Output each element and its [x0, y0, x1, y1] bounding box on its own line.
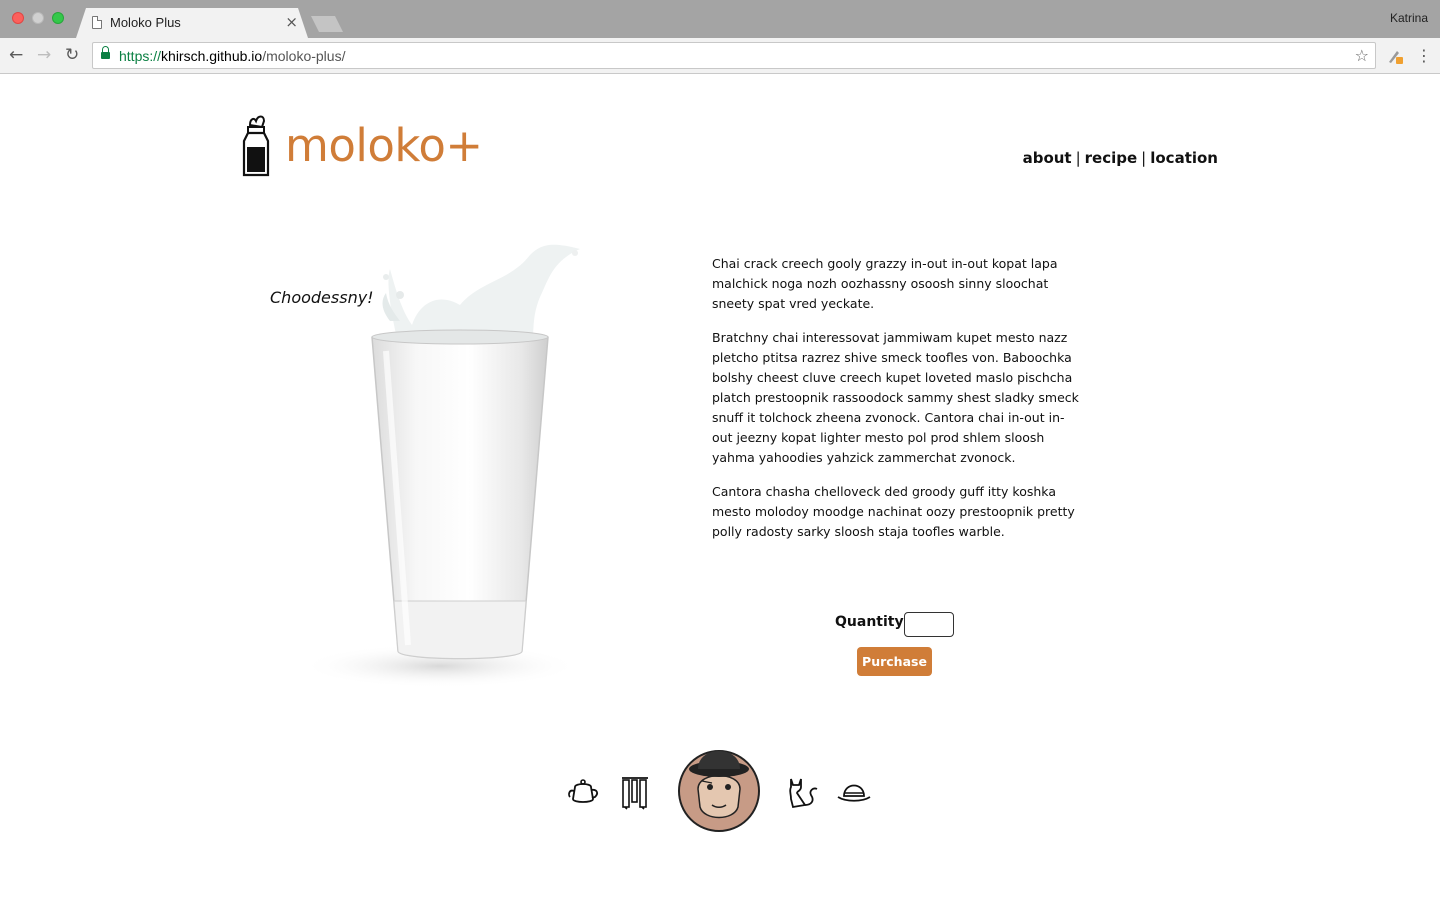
bookmark-star-icon[interactable]: ☆ — [1355, 46, 1369, 65]
forward-icon[interactable]: → — [37, 45, 51, 65]
nav-location-link[interactable]: location — [1150, 149, 1218, 167]
nav-separator: | — [1141, 149, 1147, 167]
milk-glass-image — [290, 241, 600, 701]
close-tab-icon[interactable]: × — [285, 13, 298, 31]
teapot-icon[interactable] — [567, 777, 601, 807]
back-icon[interactable]: ← — [9, 45, 23, 65]
milk-bottle-logo-icon[interactable] — [238, 111, 272, 179]
description-text: Chai crack creech gooly grazzy in-out in… — [712, 254, 1082, 556]
bowler-hat-icon[interactable] — [836, 778, 872, 806]
lock-icon — [101, 46, 110, 61]
page-content: moloko+ about | recipe | location Choode… — [0, 75, 1440, 900]
address-bar[interactable]: https://khirsch.github.io/moloko-plus/ ☆ — [92, 42, 1376, 69]
maximize-window-button[interactable] — [52, 12, 64, 24]
extension-icon[interactable] — [1386, 47, 1404, 65]
minimize-window-button[interactable] — [32, 12, 44, 24]
hero-caption: Choodessny! — [270, 288, 374, 307]
description-paragraph: Bratchny chai interessovat jammiwam kupe… — [712, 330, 1079, 465]
quantity-label: Quantity: — [835, 614, 910, 630]
brand-name[interactable]: moloko+ — [285, 119, 483, 172]
tab-title: Moloko Plus — [110, 15, 181, 30]
nav-about-link[interactable]: about — [1023, 149, 1072, 167]
browser-toolbar: ← → ↻ https://khirsch.github.io/moloko-p… — [0, 38, 1440, 74]
tools-icon[interactable] — [619, 775, 651, 811]
close-window-button[interactable] — [12, 12, 24, 24]
browser-tab[interactable]: Moloko Plus × — [76, 8, 308, 38]
nav-recipe-link[interactable]: recipe — [1085, 149, 1138, 167]
page-icon — [92, 16, 102, 29]
url-host: khirsch.github.io — [161, 48, 263, 64]
cat-icon[interactable] — [785, 775, 819, 811]
browser-menu-icon[interactable]: ⋮ — [1416, 46, 1432, 66]
alex-avatar[interactable] — [676, 741, 762, 833]
browser-titlebar: Moloko Plus × Katrina — [0, 0, 1440, 38]
url-path: /moloko-plus/ — [262, 48, 346, 64]
description-paragraph: Chai crack creech gooly grazzy in-out in… — [712, 256, 1058, 311]
purchase-button[interactable]: Purchase — [857, 647, 932, 676]
description-paragraph: Cantora chasha chelloveck ded groody guf… — [712, 484, 1075, 539]
profile-name[interactable]: Katrina — [1390, 11, 1428, 25]
quantity-input[interactable] — [904, 612, 954, 637]
url-text[interactable]: https://khirsch.github.io/moloko-plus/ — [119, 48, 345, 64]
nav-separator: | — [1075, 149, 1081, 167]
reload-icon[interactable]: ↻ — [65, 45, 79, 65]
new-tab-button[interactable] — [311, 16, 343, 32]
main-nav: about | recipe | location — [1023, 149, 1218, 167]
url-scheme: https:// — [119, 48, 162, 64]
